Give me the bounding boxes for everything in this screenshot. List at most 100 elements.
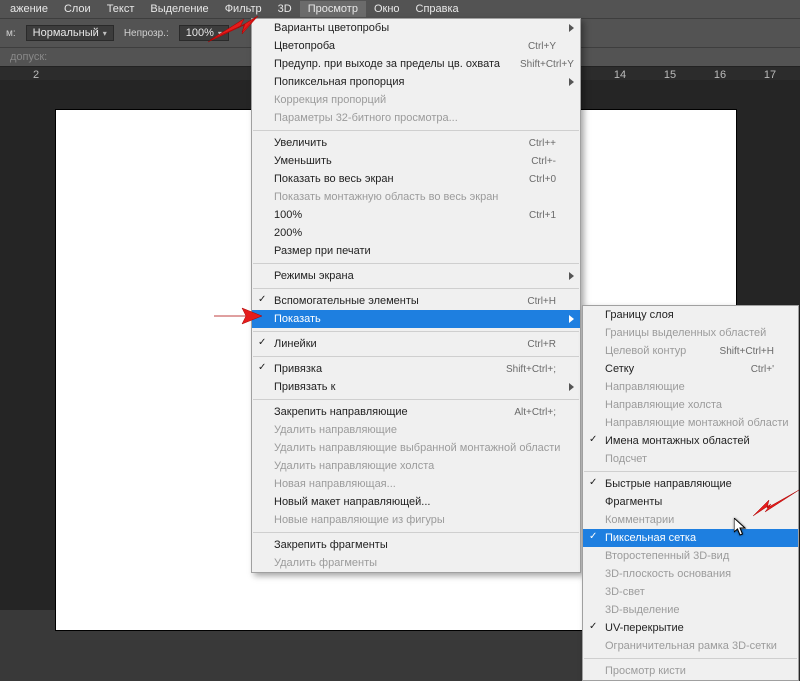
menu-item-label: Закрепить направляющие (274, 406, 514, 418)
view-menu-item: Удалить направляющие выбранной монтажной… (252, 439, 580, 457)
check-icon: ✓ (589, 531, 597, 542)
view-menu-item[interactable]: Попиксельная пропорция (252, 73, 580, 91)
menu-item-label: Попиксельная пропорция (274, 76, 556, 88)
menu-item-label: Границы выделенных областей (605, 327, 786, 339)
menu-item-shortcut: Ctrl+R (527, 339, 556, 350)
check-icon: ✓ (258, 294, 266, 305)
show-submenu-item: Подсчет (583, 450, 798, 468)
menu-item-shortcut: Alt+Ctrl+; (514, 407, 556, 418)
show-submenu-item[interactable]: ✓UV-перекрытие (583, 619, 798, 637)
menu-item[interactable]: 3D (270, 1, 300, 17)
view-menu-item[interactable]: 200% (252, 224, 580, 242)
menu-separator (253, 356, 579, 357)
view-menu-item[interactable]: Показать во весь экранCtrl+0 (252, 170, 580, 188)
menu-item-shortcut: Ctrl+- (531, 156, 556, 167)
show-submenu-item[interactable]: ✓ Имена монтажных областей (583, 432, 798, 450)
view-menu-item[interactable]: Предупр. при выходе за пределы цв. охват… (252, 55, 580, 73)
show-submenu-item: Направляющие холста (583, 396, 798, 414)
menu-item-view[interactable]: Просмотр (300, 1, 366, 17)
menu-item-label: Привязать к (274, 381, 556, 393)
menu-item[interactable]: Справка (408, 1, 467, 17)
view-menu-item: Показать монтажную область во весь экран (252, 188, 580, 206)
menu-item-label: Удалить фрагменты (274, 557, 556, 569)
view-menu-item[interactable]: Показать (252, 310, 580, 328)
menu-item-shortcut: Ctrl+1 (529, 210, 556, 221)
view-menu-dropdown: Варианты цветопробыЦветопробаCtrl+YПреду… (251, 18, 581, 573)
show-submenu-item[interactable]: СеткуCtrl+' (583, 360, 798, 378)
menu-item-label: Границу слоя (605, 309, 774, 321)
menu-item-label: Направляющие (605, 381, 774, 393)
show-submenu-item: Просмотр кисти (583, 662, 798, 680)
view-menu-item: Удалить направляющие холста (252, 457, 580, 475)
menu-item-label: Вспомогательные элементы (274, 295, 527, 307)
menu-item-label: Удалить направляющие (274, 424, 556, 436)
menu-item-label: Сетку (605, 363, 751, 375)
show-submenu-item[interactable]: Границу слоя (583, 306, 798, 324)
check-icon: ✓ (589, 434, 597, 445)
menu-item-label: Параметры 32-битного просмотра... (274, 112, 556, 124)
menu-item-label: Линейки (274, 338, 527, 350)
show-submenu-item: Направляющие монтажной области (583, 414, 798, 432)
menu-item-label: 3D-выделение (605, 604, 774, 616)
menu-item-label: 200% (274, 227, 556, 239)
menu-item-label: Имена монтажных областей (605, 435, 774, 447)
view-menu-item: Коррекция пропорций (252, 91, 580, 109)
view-menu-item[interactable]: Закрепить направляющиеAlt+Ctrl+; (252, 403, 580, 421)
view-menu-item: Удалить направляющие (252, 421, 580, 439)
menu-item-label: 3D-свет (605, 586, 774, 598)
menu-separator (253, 331, 579, 332)
menu-item-label: Цветопроба (274, 40, 528, 52)
check-icon: ✓ (589, 621, 597, 632)
menu-item-shortcut: Shift+Ctrl+; (506, 364, 556, 375)
menu-item[interactable]: Окно (366, 1, 408, 17)
check-icon: ✓ (258, 337, 266, 348)
view-menu-item[interactable]: УвеличитьCtrl++ (252, 134, 580, 152)
show-submenu-item[interactable]: ✓Пиксельная сетка (583, 529, 798, 547)
chevron-down-icon: ▾ (103, 29, 107, 38)
menu-item-label: Фрагменты (605, 496, 774, 508)
menu-separator (253, 399, 579, 400)
view-menu-item[interactable]: ЦветопробаCtrl+Y (252, 37, 580, 55)
menu-item-shortcut: Ctrl+Y (528, 41, 556, 52)
blend-mode-dropdown[interactable]: Нормальный ▾ (26, 25, 114, 41)
view-menu-item[interactable]: Привязать к (252, 378, 580, 396)
menu-item[interactable]: Текст (99, 1, 143, 17)
view-menu-item[interactable]: УменьшитьCtrl+- (252, 152, 580, 170)
menu-item-label: Варианты цветопробы (274, 22, 556, 34)
menu-item-label: Целевой контур (605, 345, 720, 357)
cursor-icon (734, 518, 748, 539)
menu-item-label: Ограничительная рамка 3D-сетки (605, 640, 797, 652)
menu-item-label: Показать монтажную область во весь экран (274, 191, 556, 203)
menu-item-label: Увеличить (274, 137, 529, 149)
view-menu-item[interactable]: ✓ ЛинейкиCtrl+R (252, 335, 580, 353)
menu-item-label: 100% (274, 209, 529, 221)
menu-item[interactable]: Выделение (142, 1, 216, 17)
menu-separator (584, 658, 797, 659)
menu-item-label: Комментарии (605, 514, 774, 526)
view-menu-item[interactable]: Новый макет направляющей... (252, 493, 580, 511)
view-menu-item[interactable]: ✓Вспомогательные элементыCtrl+H (252, 292, 580, 310)
menu-item-label: Направляющие холста (605, 399, 774, 411)
menu-item[interactable]: Слои (56, 1, 99, 17)
view-menu-item[interactable]: Варианты цветопробы (252, 19, 580, 37)
menu-item-label: Второстепенный 3D-вид (605, 550, 774, 562)
menubar: ажение Слои Текст Выделение Фильтр 3D Пр… (0, 0, 800, 18)
menu-item-label: Подсчет (605, 453, 774, 465)
menu-separator (253, 263, 579, 264)
view-menu-item[interactable]: Закрепить фрагменты (252, 536, 580, 554)
view-menu-item[interactable]: Размер при печати (252, 242, 580, 260)
menu-separator (253, 532, 579, 533)
menu-separator (253, 130, 579, 131)
menu-item[interactable]: ажение (2, 1, 56, 17)
menu-separator (584, 471, 797, 472)
view-menu-item[interactable]: 100%Ctrl+1 (252, 206, 580, 224)
view-menu-item[interactable]: ✓ПривязкаShift+Ctrl+; (252, 360, 580, 378)
menu-item[interactable]: Фильтр (217, 1, 270, 17)
menu-separator (253, 288, 579, 289)
menu-item-shortcut: Shift+Ctrl+Y (520, 59, 574, 70)
show-submenu-item: Направляющие (583, 378, 798, 396)
view-menu-item[interactable]: Режимы экрана (252, 267, 580, 285)
menu-item-label: Направляющие монтажной области (605, 417, 800, 429)
tolerance-label: допуск: (10, 51, 47, 63)
menu-item-label: Коррекция пропорций (274, 94, 556, 106)
